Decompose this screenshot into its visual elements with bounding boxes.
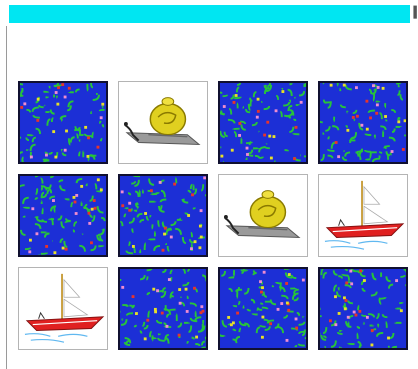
card-back-pattern-icon — [20, 83, 106, 162]
left-border — [6, 26, 7, 369]
card-back-pattern-icon — [120, 269, 206, 348]
scroll-grip-icon[interactable]: ▐ — [410, 6, 417, 20]
card-sailboat[interactable] — [18, 267, 108, 350]
card-face-down[interactable] — [118, 174, 208, 257]
card-snail[interactable] — [218, 174, 308, 257]
card-face-down[interactable] — [318, 81, 408, 164]
sailboat-icon — [324, 180, 405, 250]
card-back-pattern-icon — [120, 176, 206, 255]
card-sailboat[interactable] — [318, 174, 408, 257]
card-face-down[interactable] — [18, 174, 108, 257]
card-grid — [18, 81, 408, 350]
card-face-down[interactable] — [218, 81, 308, 164]
header-bar — [9, 5, 410, 23]
card-back-pattern-icon — [20, 176, 106, 255]
card-back-pattern-icon — [220, 269, 306, 348]
card-back-pattern-icon — [220, 83, 306, 162]
card-face-down[interactable] — [318, 267, 408, 350]
card-back-pattern-icon — [320, 83, 406, 162]
card-face-down[interactable] — [118, 267, 208, 350]
snail-icon — [123, 97, 201, 145]
card-back-pattern-icon — [320, 269, 406, 348]
sailboat-icon — [24, 273, 105, 343]
card-face-down[interactable] — [18, 81, 108, 164]
snail-icon — [223, 190, 301, 238]
card-face-down[interactable] — [218, 267, 308, 350]
card-snail[interactable] — [118, 81, 208, 164]
